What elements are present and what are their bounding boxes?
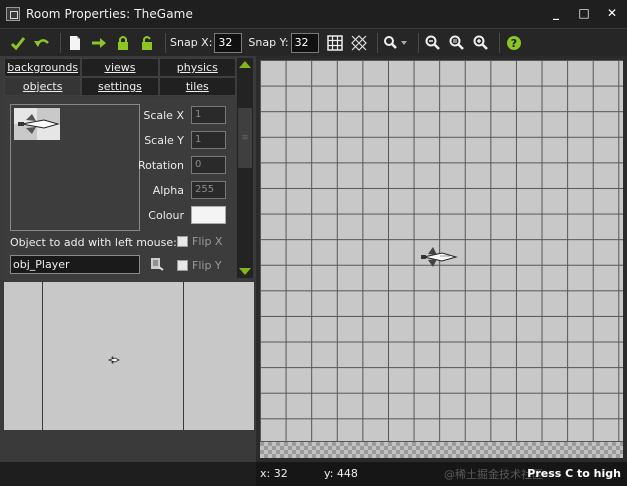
rotation-input[interactable]: 0 <box>191 156 226 174</box>
flip-x-label: Flip X <box>192 235 223 248</box>
tab-physics[interactable]: physics <box>158 58 236 77</box>
ok-check-icon[interactable] <box>8 33 28 53</box>
object-select-field[interactable]: obj_Player <box>10 255 140 274</box>
minimap-divider <box>183 282 184 430</box>
status-bar: x: 32 y: 448 @稀土掘金技术社区 Press C to high <box>256 462 627 486</box>
toolbar-separator <box>417 32 419 53</box>
toolbar-separator <box>165 32 166 53</box>
colour-label: Colour <box>148 209 184 222</box>
cursor-x-readout: x: 32 <box>260 467 288 480</box>
close-button[interactable]: ✕ <box>603 5 621 21</box>
zoom-out-icon[interactable] <box>423 33 443 53</box>
rotation-label: Rotation <box>137 159 184 172</box>
flip-y-toggle[interactable]: Flip Y <box>177 259 222 272</box>
zoom-in-icon[interactable] <box>471 33 491 53</box>
zoom-reset-icon[interactable] <box>447 33 467 53</box>
flip-x-checkbox[interactable] <box>177 236 188 247</box>
room-overview-minimap[interactable] <box>4 282 254 430</box>
unlock-icon[interactable] <box>137 33 157 53</box>
lock-icon[interactable] <box>113 33 133 53</box>
left-panel: backgrounds views physics objects settin… <box>0 56 256 462</box>
tab-row-bottom: objects settings tiles <box>4 77 236 96</box>
alpha-label: Alpha <box>152 184 184 197</box>
maximize-button[interactable]: □ <box>575 5 593 21</box>
toolbar-separator <box>60 32 61 53</box>
toolbar-separator <box>498 32 500 53</box>
flip-y-label: Flip Y <box>192 259 222 272</box>
svg-text:?: ? <box>510 37 516 50</box>
scroll-down-arrow-icon[interactable] <box>239 268 251 275</box>
minimap-player-marker <box>107 354 120 364</box>
alpha-input[interactable]: 255 <box>191 181 226 199</box>
tab-objects[interactable]: objects <box>4 77 82 96</box>
player-sprite-preview <box>14 108 60 140</box>
isometric-grid-icon[interactable] <box>349 33 369 53</box>
zoom-menu-icon[interactable] <box>382 33 410 53</box>
tab-row-top: backgrounds views physics <box>4 58 236 77</box>
tab-backgrounds[interactable]: backgrounds <box>4 58 82 77</box>
window-title: Room Properties: TheGame <box>26 7 193 21</box>
minimap-divider <box>42 282 43 430</box>
objects-panel: Scale X 1 Scale Y 1 Rotation 0 Alpha 255… <box>4 98 236 281</box>
player-instance[interactable] <box>420 245 458 269</box>
cursor-y-readout: y: 448 <box>324 467 358 480</box>
snap-x-input[interactable] <box>214 32 243 53</box>
window-controls: _ □ ✕ <box>547 5 621 21</box>
scale-x-input[interactable]: 1 <box>191 106 226 124</box>
toolbar-separator <box>376 32 378 53</box>
flip-x-toggle[interactable]: Flip X <box>177 235 222 248</box>
tabs: backgrounds views physics objects settin… <box>4 58 236 96</box>
snap-x-label: Snap X: <box>170 36 213 49</box>
snap-y-input[interactable] <box>290 32 319 53</box>
panel-scrollbar[interactable]: ≡ <box>237 58 253 278</box>
bottom-wall-tiles <box>260 441 623 458</box>
tab-views[interactable]: views <box>81 58 159 77</box>
grid-icon[interactable] <box>325 33 345 53</box>
scroll-up-arrow-icon[interactable] <box>239 61 251 68</box>
scale-y-input[interactable]: 1 <box>191 131 226 149</box>
object-preview <box>10 104 140 231</box>
object-menu-icon[interactable] <box>150 257 164 271</box>
flip-y-checkbox[interactable] <box>177 260 188 271</box>
colour-swatch[interactable] <box>191 206 226 224</box>
status-hint: Press C to high <box>527 467 621 480</box>
tab-tiles[interactable]: tiles <box>158 77 236 96</box>
snap-y-label: Snap Y: <box>248 36 289 49</box>
toolbar: Snap X: Snap Y: ? <box>0 28 627 56</box>
help-icon[interactable]: ? <box>504 33 524 53</box>
scroll-thumb[interactable]: ≡ <box>238 108 252 168</box>
scale-x-label: Scale X <box>143 109 184 122</box>
scale-y-label: Scale Y <box>144 134 184 147</box>
minimize-button[interactable]: _ <box>547 5 565 21</box>
object-to-add-label: Object to add with left mouse: <box>10 236 177 249</box>
new-page-icon[interactable] <box>65 33 85 53</box>
app-icon <box>6 7 20 21</box>
tab-settings[interactable]: settings <box>81 77 159 96</box>
shift-arrow-icon[interactable] <box>89 33 109 53</box>
title-bar: Room Properties: TheGame _ □ ✕ <box>0 0 627 28</box>
undo-icon[interactable] <box>32 33 52 53</box>
